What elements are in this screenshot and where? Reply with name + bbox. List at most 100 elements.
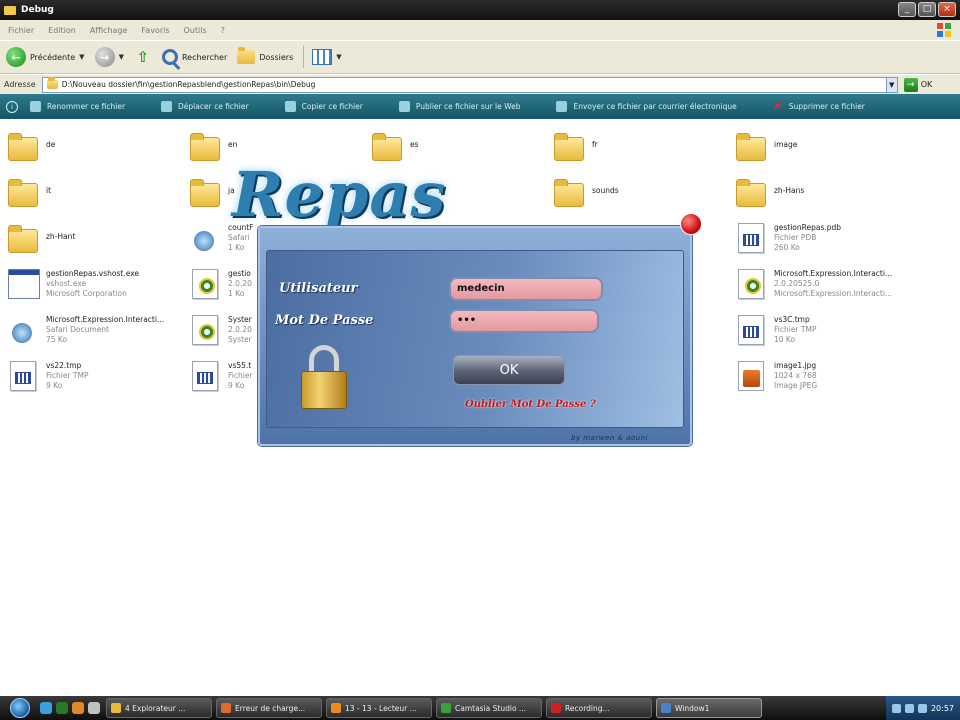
firefox-icon — [221, 703, 231, 713]
folder-item-it[interactable]: it — [6, 177, 186, 211]
file-item[interactable]: vs22.tmp Fichier TMP 9 Ko — [6, 359, 186, 393]
windows-orb-icon — [10, 698, 30, 718]
file-item[interactable]: gestionRepas.vshost.exe vshost.exe Microso… — [6, 267, 186, 301]
password-input[interactable]: ••• — [449, 309, 599, 333]
ok-button[interactable]: OK — [453, 355, 565, 385]
chevron-down-icon[interactable]: ▼ — [885, 77, 897, 92]
menu-outils[interactable]: Outils — [184, 26, 207, 35]
task-delete[interactable]: ✕ Supprimer ce fichier — [773, 100, 865, 112]
back-button[interactable]: ← Précédente ▼ — [6, 47, 85, 67]
security-icon[interactable] — [917, 703, 927, 713]
assembly-icon — [192, 269, 218, 299]
close-button[interactable]: × — [938, 2, 956, 17]
folder-icon — [736, 133, 766, 161]
quick-launch — [40, 702, 100, 714]
window-titlebar[interactable]: Debug _ □ × — [0, 0, 960, 20]
chevron-down-icon[interactable]: ▼ — [336, 53, 341, 61]
task-email[interactable]: Envoyer ce fichier par courrier électron… — [556, 101, 737, 112]
file-type: Fichier PDB — [774, 233, 817, 242]
address-label: Adresse — [4, 80, 36, 89]
toolbar-separator — [303, 46, 305, 68]
file-item[interactable]: Microsoft.Expression.Interacti... Safari … — [6, 313, 186, 347]
document-icon — [192, 361, 218, 391]
clock[interactable]: 20:57 — [931, 704, 954, 713]
file-size: 10 Ko — [774, 335, 796, 344]
file-item[interactable]: gestionRepas.pdb Fichier PDB 260 Ko — [734, 221, 914, 255]
task-move[interactable]: Déplacer ce fichier — [161, 101, 249, 112]
taskbar-item-explorer[interactable]: 4 Explorateur ... — [106, 698, 212, 718]
taskbar-item-camtasia[interactable]: Camtasia Studio ... — [436, 698, 542, 718]
folder-item-zh-hant[interactable]: zh-Hant — [6, 223, 186, 257]
ie-icon[interactable] — [40, 702, 52, 714]
taskbar-item-label: 13 - 13 - Lecteur ... — [345, 703, 417, 713]
taskbar-item-player[interactable]: 13 - 13 - Lecteur ... — [326, 698, 432, 718]
taskbar-item-recording[interactable]: Recording... — [546, 698, 652, 718]
task-label: Copier ce fichier — [301, 102, 363, 111]
safari-icon — [12, 323, 32, 343]
window-controls: _ □ × — [898, 2, 956, 17]
start-button[interactable] — [0, 696, 40, 720]
volume-icon[interactable] — [904, 703, 914, 713]
file-type: Fichier — [228, 371, 253, 380]
menu-edition[interactable]: Edition — [48, 26, 76, 35]
assembly-icon — [192, 315, 218, 345]
toolbar: ← Précédente ▼ → ▼ ⇧ Rechercher Dossiers… — [0, 40, 960, 74]
system-tray: 20:57 — [885, 696, 960, 720]
folder-name: fr — [592, 140, 598, 149]
search-button[interactable]: Rechercher — [161, 49, 227, 65]
address-input[interactable]: D:\Nouveau dossier\fin\gestionRepasblend… — [41, 76, 898, 93]
folders-button[interactable]: Dossiers — [237, 47, 293, 64]
forward-button[interactable]: → ▼ — [94, 47, 124, 67]
taskbar-item-label: Window1 — [675, 703, 710, 713]
media-icon[interactable] — [56, 702, 68, 714]
folder-item-image[interactable]: image — [734, 131, 914, 165]
file-item[interactable]: Microsoft.Expression.Interacti... 2.0.205… — [734, 267, 914, 301]
file-size: 260 Ko — [774, 243, 800, 252]
folder-item-zh-hans[interactable]: zh-Hans — [734, 177, 914, 211]
info-icon[interactable]: i — [6, 100, 18, 113]
windows-logo-icon — [937, 23, 951, 37]
minimize-button[interactable]: _ — [898, 2, 916, 17]
task-publish-web[interactable]: Publier ce fichier sur le Web — [398, 101, 520, 112]
back-arrow-icon: ← — [6, 47, 26, 67]
document-icon — [738, 315, 764, 345]
file-type: Image JPEG — [774, 381, 818, 390]
app-title: Repas — [232, 158, 447, 231]
folder-icon — [190, 179, 220, 207]
chevron-down-icon[interactable]: ▼ — [79, 53, 84, 61]
menu-help[interactable]: ? — [221, 26, 225, 35]
views-icon — [312, 49, 333, 65]
task-label: Déplacer ce fichier — [178, 102, 249, 111]
desktop-icon[interactable] — [88, 702, 100, 714]
folder-name: zh-Hant — [46, 232, 76, 241]
folder-icon — [4, 5, 16, 15]
menu-affichage[interactable]: Affichage — [90, 26, 128, 35]
folder-name: zh-Hans — [774, 186, 805, 195]
taskbar-item-window1[interactable]: Window1 — [656, 698, 762, 718]
folder-item-sounds[interactable]: sounds — [552, 177, 732, 211]
views-button[interactable]: ▼ — [312, 49, 342, 65]
folder-icon — [8, 179, 38, 207]
user-input[interactable]: medecin — [449, 277, 603, 301]
folder-item-de[interactable]: de — [6, 131, 186, 165]
folder-item-fr[interactable]: fr — [552, 131, 732, 165]
folder-name: it — [46, 186, 52, 195]
menu-favoris[interactable]: Favoris — [141, 26, 169, 35]
taskbar-item-firefox[interactable]: Erreur de charge... — [216, 698, 322, 718]
up-folder-button[interactable]: ⇧ — [134, 47, 152, 67]
maximize-button[interactable]: □ — [918, 2, 936, 17]
network-icon[interactable] — [891, 703, 901, 713]
chevron-down-icon[interactable]: ▼ — [119, 53, 124, 61]
go-button[interactable]: → OK — [903, 77, 932, 92]
forgot-password-link[interactable]: Oublier Mot De Passe ? — [465, 399, 596, 410]
vlc-icon[interactable] — [72, 702, 84, 714]
task-copy[interactable]: Copier ce fichier — [284, 101, 363, 112]
task-rename[interactable]: Renommer ce fichier — [30, 101, 125, 112]
file-type: vshost.exe — [46, 279, 87, 288]
task-label: Supprimer ce fichier — [788, 102, 865, 111]
file-item[interactable]: image1.jpg 1024 x 768 Image JPEG — [734, 359, 914, 393]
menu-fichier[interactable]: Fichier — [8, 26, 34, 35]
file-item[interactable]: vs3C.tmp Fichier TMP 10 Ko — [734, 313, 914, 347]
file-type: Fichier TMP — [774, 325, 817, 334]
close-icon[interactable] — [680, 213, 702, 235]
